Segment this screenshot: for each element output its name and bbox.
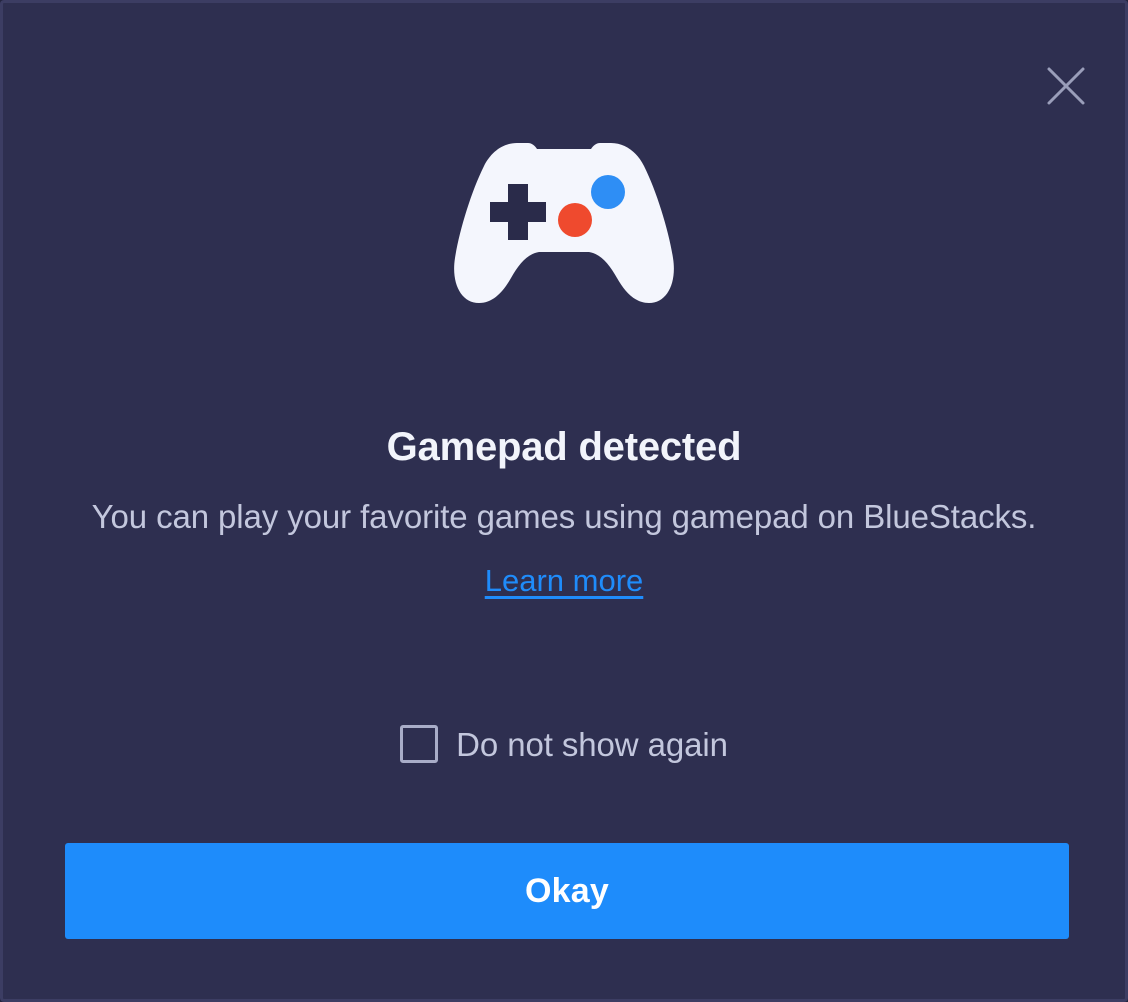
do-not-show-again-label: Do not show again [456, 725, 728, 763]
learn-more-link[interactable]: Learn more [485, 563, 644, 598]
gamepad-icon [451, 140, 677, 306]
do-not-show-again-row[interactable]: Do not show again [3, 725, 1125, 763]
page-title: Gamepad detected [386, 425, 742, 469]
illustration-container [3, 135, 1125, 311]
dialog-description: You can play your favorite games using g… [91, 498, 1037, 535]
close-button[interactable] [1035, 55, 1097, 117]
close-icon [1044, 64, 1088, 108]
gamepad-detected-dialog: Gamepad detected You can play your favor… [0, 0, 1128, 1002]
do-not-show-again-checkbox[interactable] [400, 725, 439, 763]
dialog-content: Gamepad detected You can play your favor… [3, 423, 1125, 599]
okay-button[interactable]: Okay [65, 843, 1069, 939]
learn-more-container: Learn more [3, 563, 1125, 599]
